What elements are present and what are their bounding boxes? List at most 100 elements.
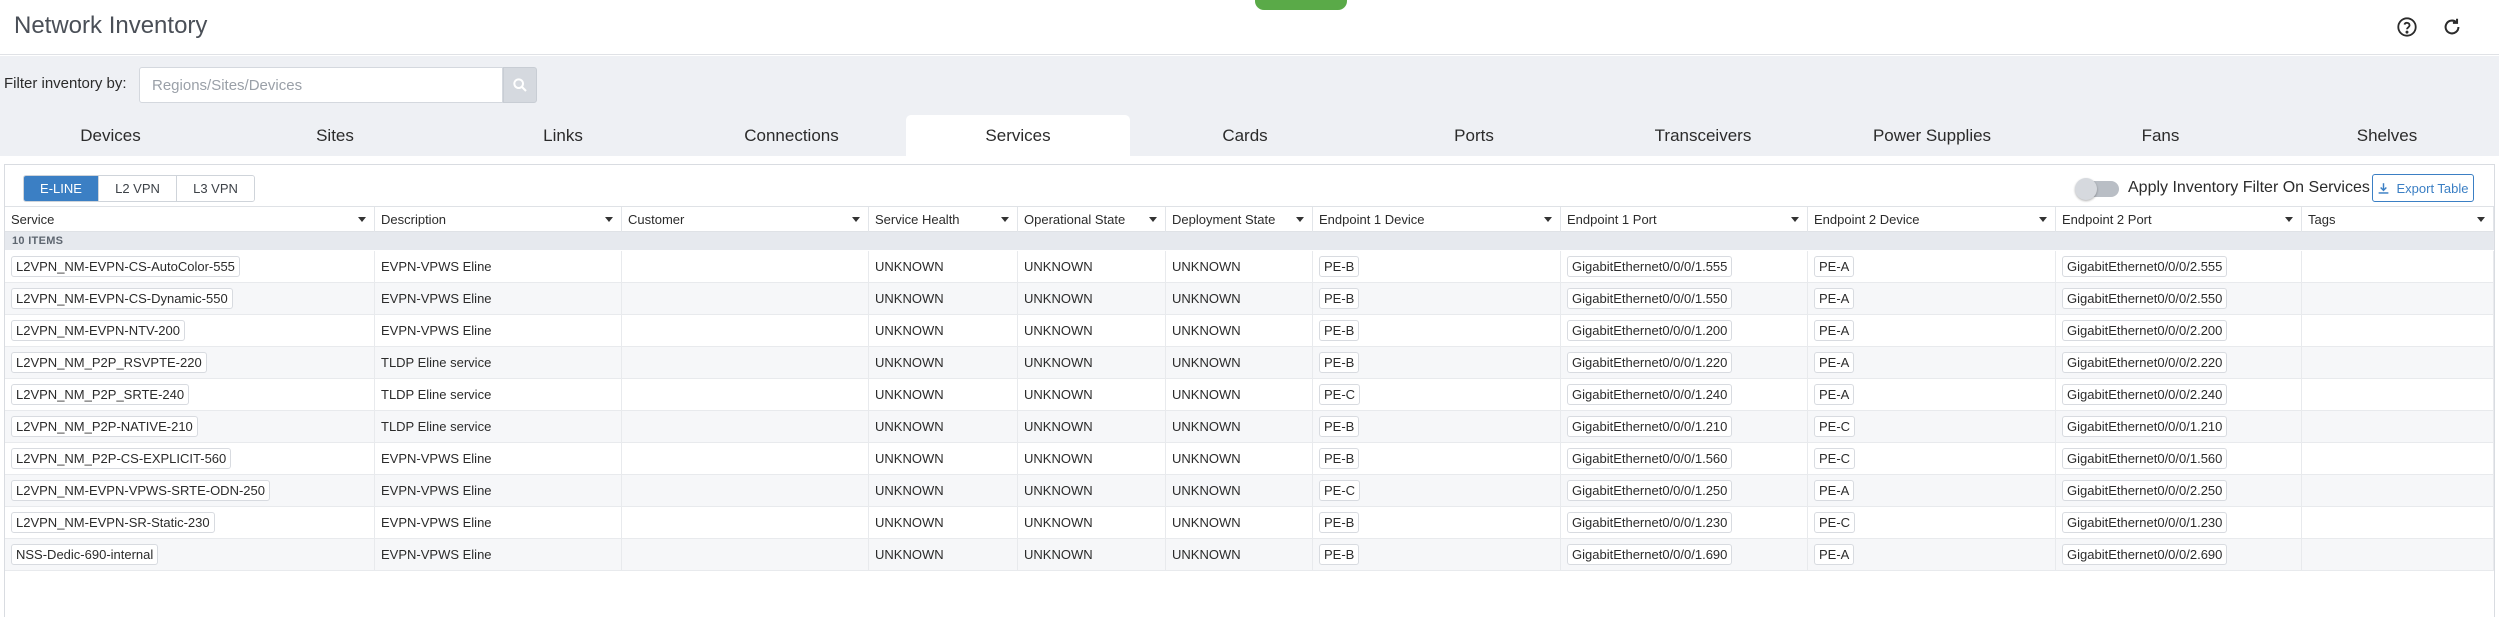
value-chip[interactable]: GigabitEthernet0/0/0/2.220: [2062, 352, 2228, 373]
value-chip[interactable]: PE-C: [1814, 416, 1856, 437]
column-header-endpoint-1-device[interactable]: Endpoint 1 Device: [1313, 207, 1561, 232]
service-type-l2-vpn[interactable]: L2 VPN: [99, 176, 177, 201]
tab-fans[interactable]: Fans: [2046, 115, 2275, 156]
value-chip[interactable]: L2VPN_NM-EVPN-CS-AutoColor-555: [11, 256, 240, 277]
value-chip[interactable]: GigabitEthernet0/0/0/1.220: [1567, 352, 1733, 373]
value-chip[interactable]: PE-A: [1814, 352, 1855, 373]
value-chip[interactable]: PE-A: [1814, 384, 1855, 405]
column-menu-caret-icon[interactable]: [1149, 217, 1157, 222]
value-chip[interactable]: L2VPN_NM-EVPN-SR-Static-230: [11, 512, 215, 533]
column-header-endpoint-2-device[interactable]: Endpoint 2 Device: [1808, 207, 2056, 232]
tab-connections[interactable]: Connections: [677, 115, 906, 156]
value-chip[interactable]: GigabitEthernet0/0/0/1.550: [1567, 288, 1733, 309]
tab-cards[interactable]: Cards: [1130, 115, 1360, 156]
tab-shelves[interactable]: Shelves: [2275, 115, 2499, 156]
value-chip[interactable]: PE-C: [1319, 384, 1361, 405]
export-table-button[interactable]: Export Table: [2372, 174, 2474, 202]
column-menu-caret-icon[interactable]: [2477, 217, 2485, 222]
value-chip[interactable]: PE-B: [1319, 544, 1360, 565]
value-chip[interactable]: PE-B: [1319, 288, 1360, 309]
column-header-operational-state[interactable]: Operational State: [1018, 207, 1166, 232]
table-row[interactable]: L2VPN_NM_P2P-NATIVE-210 TLDP Eline servic…: [5, 411, 2494, 443]
tab-links[interactable]: Links: [449, 115, 677, 156]
value-chip[interactable]: PE-A: [1814, 320, 1855, 341]
value-chip[interactable]: L2VPN_NM_P2P-NATIVE-210: [11, 416, 198, 437]
column-header-endpoint-1-port[interactable]: Endpoint 1 Port: [1561, 207, 1808, 232]
value-chip[interactable]: GigabitEthernet0/0/0/1.200: [1567, 320, 1733, 341]
column-menu-caret-icon[interactable]: [1296, 217, 1304, 222]
value-chip[interactable]: PE-A: [1814, 544, 1855, 565]
column-header-tags[interactable]: Tags: [2302, 207, 2494, 232]
tab-sites[interactable]: Sites: [221, 115, 449, 156]
value-chip[interactable]: L2VPN_NM_P2P-CS-EXPLICIT-560: [11, 448, 232, 469]
value-chip[interactable]: GigabitEthernet0/0/0/2.555: [2062, 256, 2228, 277]
table-row[interactable]: L2VPN_NM_P2P-CS-EXPLICIT-560 EVPN-VPWS El…: [5, 443, 2494, 475]
value-chip[interactable]: PE-B: [1319, 416, 1360, 437]
tab-services[interactable]: Services: [906, 115, 1130, 156]
column-menu-caret-icon[interactable]: [2285, 217, 2293, 222]
status-tab-indicator[interactable]: [1255, 0, 1347, 10]
value-chip[interactable]: L2VPN_NM-EVPN-CS-Dynamic-550: [11, 288, 233, 309]
column-menu-caret-icon[interactable]: [358, 217, 366, 222]
value-chip[interactable]: GigabitEthernet0/0/0/2.200: [2062, 320, 2228, 341]
tab-power-supplies[interactable]: Power Supplies: [1818, 115, 2046, 156]
value-chip[interactable]: GigabitEthernet0/0/0/2.240: [2062, 384, 2228, 405]
column-menu-caret-icon[interactable]: [1791, 217, 1799, 222]
value-chip[interactable]: PE-B: [1319, 512, 1360, 533]
table-row[interactable]: L2VPN_NM-EVPN-CS-Dynamic-550 EVPN-VPWS El…: [5, 283, 2494, 315]
value-chip[interactable]: PE-C: [1814, 512, 1856, 533]
tab-ports[interactable]: Ports: [1360, 115, 1588, 156]
tab-transceivers[interactable]: Transceivers: [1588, 115, 1818, 156]
value-chip[interactable]: GigabitEthernet0/0/0/1.230: [1567, 512, 1733, 533]
group-row[interactable]: 10 ITEMS: [5, 232, 2494, 250]
apply-filter-toggle[interactable]: [2075, 178, 2119, 200]
table-row[interactable]: L2VPN_NM_P2P_SRTE-240 TLDP Eline service U…: [5, 379, 2494, 411]
value-chip[interactable]: GigabitEthernet0/0/0/1.230: [2062, 512, 2228, 533]
column-header-description[interactable]: Description: [375, 207, 622, 232]
column-header-endpoint-2-port[interactable]: Endpoint 2 Port: [2056, 207, 2302, 232]
value-chip[interactable]: GigabitEthernet0/0/0/2.250: [2062, 480, 2228, 501]
value-chip[interactable]: PE-B: [1319, 352, 1360, 373]
value-chip[interactable]: GigabitEthernet0/0/0/2.690: [2062, 544, 2228, 565]
value-chip[interactable]: NSS-Dedic-690-internal: [11, 544, 159, 565]
value-chip[interactable]: L2VPN_NM-EVPN-VPWS-SRTE-ODN-250: [11, 480, 270, 501]
service-type-e-line[interactable]: E-LINE: [24, 176, 99, 201]
table-row[interactable]: L2VPN_NM-EVPN-NTV-200 EVPN-VPWS Eline UNKN…: [5, 315, 2494, 347]
column-menu-caret-icon[interactable]: [852, 217, 860, 222]
column-menu-caret-icon[interactable]: [2039, 217, 2047, 222]
value-chip[interactable]: GigabitEthernet0/0/0/1.240: [1567, 384, 1733, 405]
value-chip[interactable]: PE-A: [1814, 256, 1855, 277]
filter-search-button[interactable]: [503, 67, 537, 103]
help-circle-icon[interactable]: [2395, 15, 2419, 39]
value-chip[interactable]: GigabitEthernet0/0/0/1.210: [1567, 416, 1733, 437]
table-row[interactable]: L2VPN_NM-EVPN-VPWS-SRTE-ODN-250 EVPN-VPWS…: [5, 475, 2494, 507]
value-chip[interactable]: PE-B: [1319, 256, 1360, 277]
value-chip[interactable]: L2VPN_NM_P2P_RSVPTE-220: [11, 352, 207, 373]
column-header-service[interactable]: Service: [5, 207, 375, 232]
value-chip[interactable]: PE-B: [1319, 448, 1360, 469]
value-chip[interactable]: GigabitEthernet0/0/0/1.210: [2062, 416, 2228, 437]
value-chip[interactable]: PE-C: [1814, 448, 1856, 469]
value-chip[interactable]: GigabitEthernet0/0/0/1.560: [1567, 448, 1733, 469]
column-header-service-health[interactable]: Service Health: [869, 207, 1018, 232]
table-row[interactable]: L2VPN_NM-EVPN-CS-AutoColor-555 EVPN-VPWS …: [5, 251, 2494, 283]
table-row[interactable]: L2VPN_NM_P2P_RSVPTE-220 TLDP Eline servic…: [5, 347, 2494, 379]
refresh-icon[interactable]: [2440, 15, 2464, 39]
value-chip[interactable]: GigabitEthernet0/0/0/2.550: [2062, 288, 2228, 309]
column-header-customer[interactable]: Customer: [622, 207, 869, 232]
value-chip[interactable]: GigabitEthernet0/0/0/1.690: [1567, 544, 1733, 565]
value-chip[interactable]: PE-C: [1319, 480, 1361, 501]
table-row[interactable]: NSS-Dedic-690-internal EVPN-VPWS Eline UNK…: [5, 539, 2494, 571]
value-chip[interactable]: GigabitEthernet0/0/0/1.560: [2062, 448, 2228, 469]
value-chip[interactable]: PE-A: [1814, 288, 1855, 309]
value-chip[interactable]: L2VPN_NM_P2P_SRTE-240: [11, 384, 190, 405]
value-chip[interactable]: L2VPN_NM-EVPN-NTV-200: [11, 320, 185, 341]
service-type-l3-vpn[interactable]: L3 VPN: [177, 176, 254, 201]
tab-devices[interactable]: Devices: [0, 115, 221, 156]
column-header-deployment-state[interactable]: Deployment State: [1166, 207, 1313, 232]
inventory-filter-input[interactable]: [139, 67, 503, 103]
table-row[interactable]: L2VPN_NM-EVPN-SR-Static-230 EVPN-VPWS Eli…: [5, 507, 2494, 539]
value-chip[interactable]: PE-A: [1814, 480, 1855, 501]
value-chip[interactable]: GigabitEthernet0/0/0/1.250: [1567, 480, 1733, 501]
value-chip[interactable]: PE-B: [1319, 320, 1360, 341]
